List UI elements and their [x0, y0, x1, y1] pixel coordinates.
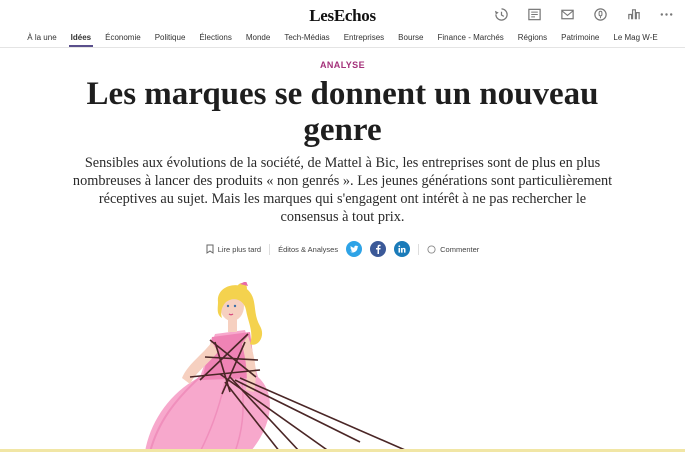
article-actions: Lire plus tard Éditos & Analyses Comment… — [0, 240, 685, 258]
nav-item-bourse[interactable]: Bourse — [391, 30, 430, 47]
nav-item-elections[interactable]: Élections — [192, 30, 238, 47]
linkedin-icon — [398, 245, 406, 253]
divider — [269, 243, 271, 255]
article-rubric[interactable]: ANALYSE — [0, 60, 685, 70]
history-icon[interactable] — [493, 6, 510, 23]
linkedin-share-button[interactable] — [394, 241, 411, 257]
divider — [418, 243, 420, 255]
nav-item-le-mag-we[interactable]: Le Mag W-E — [606, 30, 664, 47]
header-toolbar — [493, 6, 675, 23]
nav-item-monde[interactable]: Monde — [239, 30, 277, 47]
comment-label: Commenter — [440, 244, 480, 254]
nav-item-economie[interactable]: Économie — [98, 30, 148, 47]
facebook-share-button[interactable] — [370, 241, 387, 257]
facebook-icon — [376, 244, 381, 254]
article-lede: Sensibles aux évolutions de la société, … — [72, 155, 613, 225]
nav-item-finance-marches[interactable]: Finance - Marchés — [431, 30, 511, 47]
comment-icon — [427, 244, 436, 254]
nav-item-tech-medias[interactable]: Tech-Médias — [277, 30, 336, 47]
newspaper-icon[interactable] — [526, 6, 543, 23]
newsletter-icon[interactable] — [559, 6, 576, 23]
nav-item-entreprises[interactable]: Entreprises — [337, 30, 391, 47]
read-later-button[interactable]: Lire plus tard — [206, 244, 261, 254]
site-header: LesEchos — [0, 0, 685, 30]
twitter-icon — [349, 245, 359, 253]
article-title: Les marques se donnent un nouveau genre — [86, 76, 599, 148]
section-link[interactable]: Éditos & Analyses — [278, 245, 338, 254]
nav-item-a-la-une[interactable]: À la une — [20, 30, 63, 47]
nav-item-patrimoine[interactable]: Patrimoine — [554, 30, 606, 47]
nav-item-regions[interactable]: Régions — [511, 30, 554, 47]
twitter-share-button[interactable] — [346, 241, 363, 257]
main-nav: À la une Idées Économie Politique Électi… — [0, 30, 685, 48]
podcast-icon[interactable] — [592, 6, 609, 23]
comment-button[interactable]: Commenter — [427, 245, 479, 254]
more-icon[interactable] — [658, 6, 675, 23]
nav-item-idees[interactable]: Idées — [64, 30, 98, 47]
read-later-label: Lire plus tard — [217, 244, 262, 254]
bookmark-icon — [206, 244, 214, 254]
article-illustration — [145, 282, 406, 452]
nav-item-politique[interactable]: Politique — [148, 30, 193, 47]
stats-icon[interactable] — [625, 6, 642, 23]
